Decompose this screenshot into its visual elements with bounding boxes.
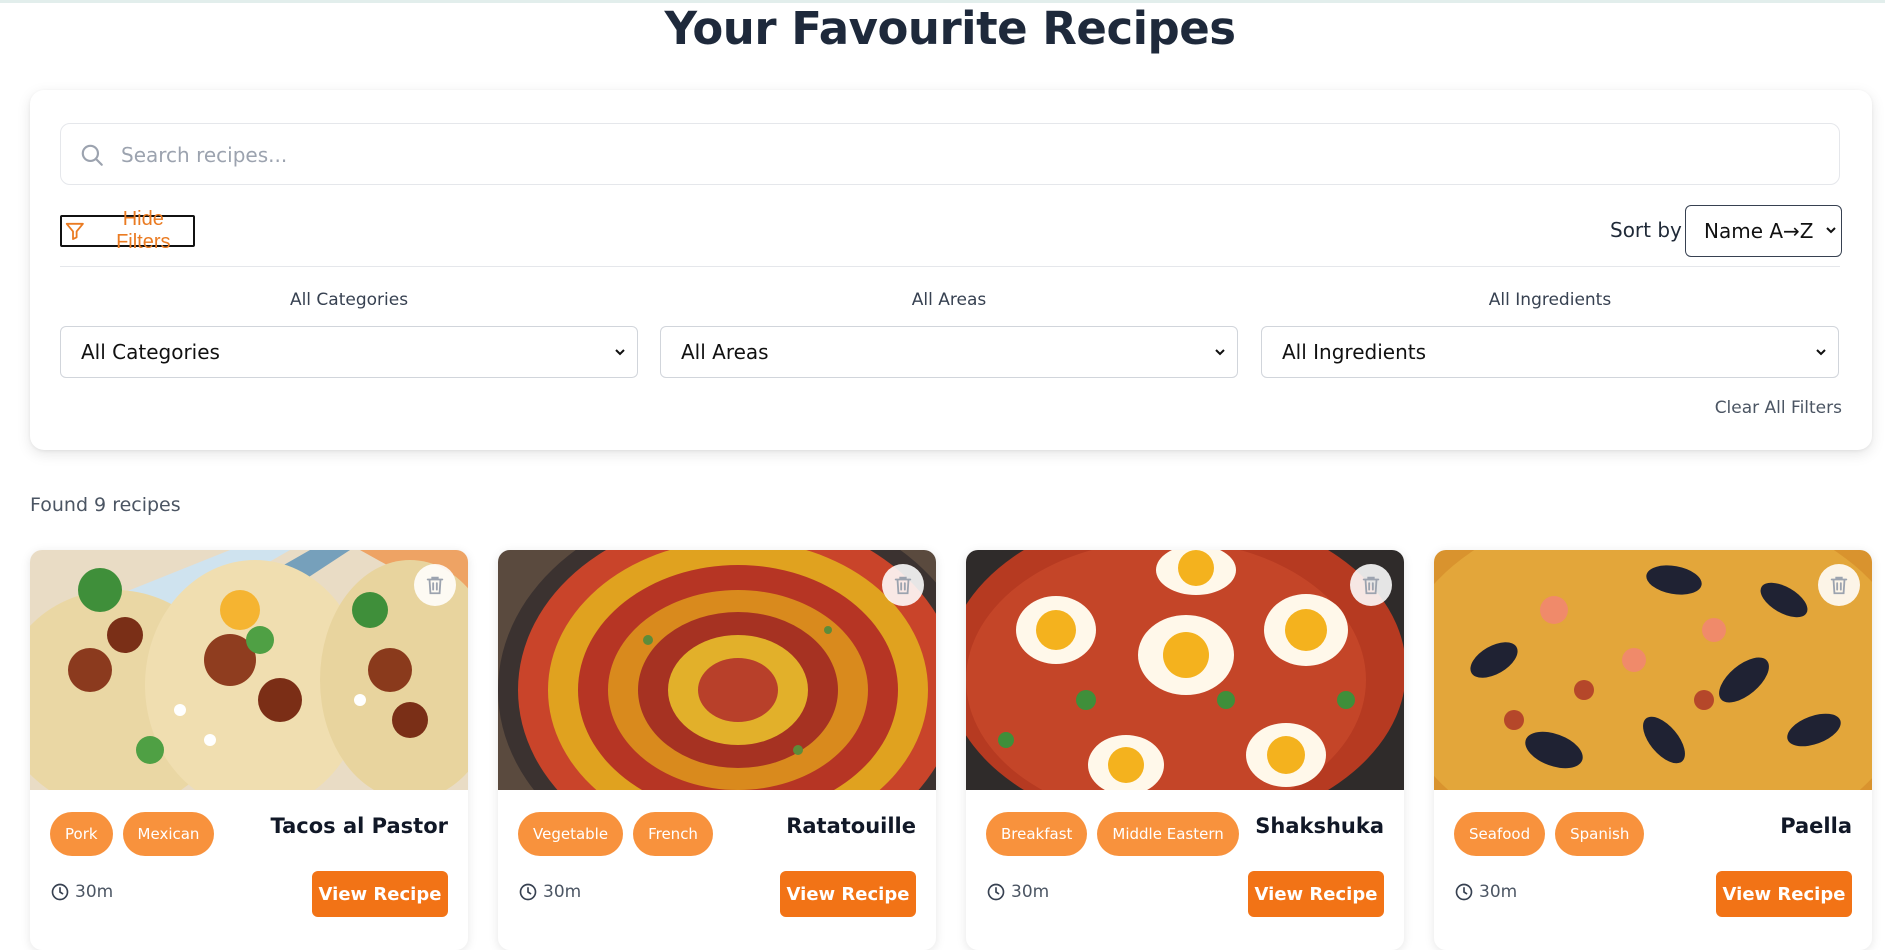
recipe-image-ratatouille — [498, 550, 936, 790]
results-count: Found 9 recipes — [30, 494, 181, 516]
search-icon — [81, 144, 103, 166]
view-recipe-button[interactable]: View Recipe — [1716, 871, 1852, 917]
cook-time-value: 30m — [543, 882, 582, 902]
tag-badge: Vegetable — [518, 812, 624, 856]
tag-badge: Breakfast — [986, 812, 1088, 856]
tag-badge: Spanish — [1555, 812, 1645, 856]
cook-time-value: 30m — [75, 882, 114, 902]
hide-filters-button[interactable]: Hide Filters — [60, 208, 195, 253]
recipe-title: Shakshuka — [1255, 814, 1384, 838]
delete-recipe-button[interactable] — [882, 564, 924, 606]
category-filter: All Categories All Categories — [60, 290, 638, 378]
view-recipe-button[interactable]: View Recipe — [1248, 871, 1384, 917]
clock-icon — [519, 883, 537, 901]
recipe-image-tacos — [30, 550, 468, 790]
area-select[interactable]: All Areas — [660, 326, 1238, 378]
delete-recipe-button[interactable] — [1350, 564, 1392, 606]
tag-badge: Pork — [50, 812, 113, 856]
filter-icon — [65, 222, 84, 241]
recipe-image-paella — [1434, 550, 1872, 790]
filter-panel: Hide Filters Sort by Name A→Z All Catego… — [30, 90, 1872, 450]
view-recipe-button[interactable]: View Recipe — [312, 871, 448, 917]
category-filter-label: All Categories — [289, 290, 409, 310]
divider — [60, 266, 1840, 267]
tag-badge: French — [633, 812, 713, 856]
area-filter-label: All Areas — [911, 290, 987, 310]
search-input[interactable] — [121, 138, 1821, 172]
recipe-tags: Pork Mexican — [50, 812, 215, 856]
ingredient-select[interactable]: All Ingredients — [1261, 326, 1839, 378]
recipe-tags: Seafood Spanish — [1454, 812, 1645, 856]
cook-time-value: 30m — [1011, 882, 1050, 902]
cook-time: 30m — [518, 882, 581, 902]
sort-select[interactable]: Name A→Z — [1685, 205, 1842, 257]
clock-icon — [987, 883, 1005, 901]
recipe-title: Ratatouille — [786, 814, 916, 838]
search-box[interactable] — [60, 123, 1840, 185]
trash-icon — [1830, 576, 1848, 595]
recipe-card: Vegetable French Ratatouille 30m View Re… — [498, 550, 936, 950]
delete-recipe-button[interactable] — [1818, 564, 1860, 606]
ingredient-filter-label: All Ingredients — [1488, 290, 1612, 310]
tag-badge: Middle Eastern — [1097, 812, 1239, 856]
hide-filters-label: Hide Filters — [116, 208, 171, 253]
recipe-card: Pork Mexican Tacos al Pastor 30m View Re… — [30, 550, 468, 950]
clock-icon — [51, 883, 69, 901]
recipe-title: Paella — [1780, 814, 1852, 838]
category-select[interactable]: All Categories — [60, 326, 638, 378]
sort-label: Sort by — [1610, 218, 1682, 242]
delete-recipe-button[interactable] — [414, 564, 456, 606]
tag-badge: Seafood — [1454, 812, 1546, 856]
recipe-title: Tacos al Pastor — [270, 814, 448, 838]
recipe-tags: Vegetable French — [518, 812, 713, 856]
recipe-image-shakshuka — [966, 550, 1404, 790]
clear-all-filters-button[interactable]: Clear All Filters — [1715, 398, 1842, 418]
page-title: Your Favourite Recipes — [664, 2, 1236, 55]
recipe-card: Seafood Spanish Paella 30m View Recipe — [1434, 550, 1872, 950]
clock-icon — [1455, 883, 1473, 901]
cook-time: 30m — [986, 882, 1049, 902]
recipe-tags: Breakfast Middle Eastern — [986, 812, 1239, 856]
cook-time: 30m — [50, 882, 113, 902]
trash-icon — [894, 576, 912, 595]
cook-time-value: 30m — [1479, 882, 1518, 902]
trash-icon — [426, 576, 444, 595]
recipe-card: Breakfast Middle Eastern Shakshuka 30m V… — [966, 550, 1404, 950]
cook-time: 30m — [1454, 882, 1517, 902]
view-recipe-button[interactable]: View Recipe — [780, 871, 916, 917]
trash-icon — [1362, 576, 1380, 595]
area-filter: All Areas All Areas — [660, 290, 1238, 378]
ingredient-filter: All Ingredients All Ingredients — [1261, 290, 1839, 378]
tag-badge: Mexican — [122, 812, 215, 856]
